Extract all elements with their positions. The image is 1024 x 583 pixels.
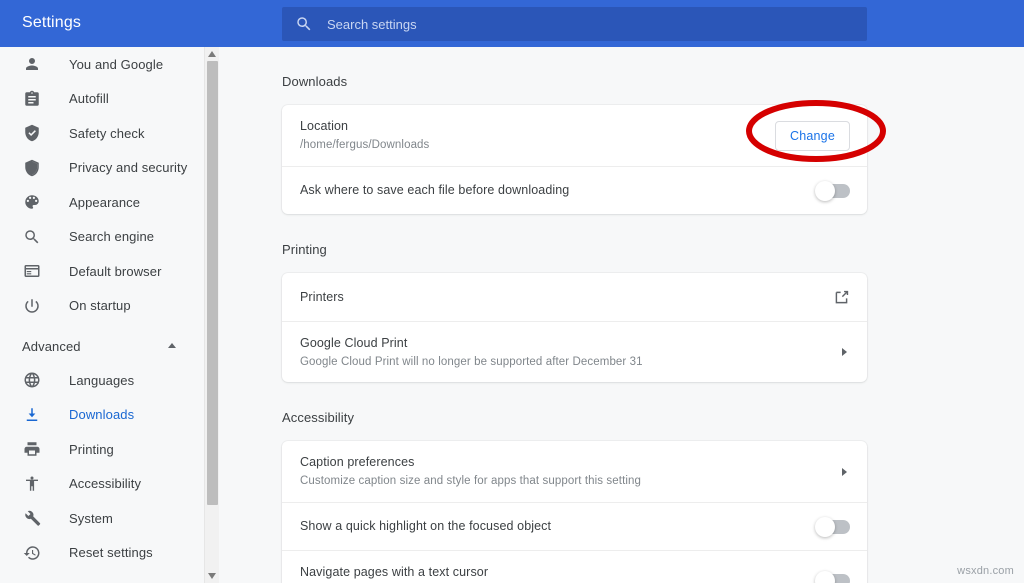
sidebar-item-label: Privacy and security [69,160,188,176]
change-button[interactable]: Change [775,120,850,151]
caret-browsing-toggle[interactable] [815,571,850,583]
row-title: Printers [300,289,344,304]
search-placeholder: Search settings [327,16,417,32]
sidebar-advanced-toggle[interactable]: Advanced [0,329,205,363]
settings-page: Settings Search settings You and Google … [0,0,1024,583]
row-title: Location [300,119,349,133]
sidebar-item-label: Printing [69,441,114,457]
row-title: Navigate pages with a text cursor [300,564,489,579]
sidebar-advanced-label: Advanced [22,338,81,354]
section-title-accessibility: Accessibility [282,410,355,425]
globe-icon [22,371,41,390]
chevron-up-icon [167,341,177,351]
sidebar-item-safety-check[interactable]: Safety check [0,116,205,151]
accessibility-card: Caption preferences Customize caption si… [282,441,867,583]
row-title: Show a quick highlight on the focused ob… [300,519,552,533]
sidebar-item-system[interactable]: System [0,501,205,536]
printer-icon [22,440,41,459]
sidebar-item-label: Appearance [69,194,141,210]
sidebar-item-label: Default browser [69,263,162,279]
sidebar-item-label: You and Google [69,56,164,72]
search-icon [22,227,41,246]
sidebar-item-on-startup[interactable]: On startup [0,289,205,324]
row-location[interactable]: Location /home/fergus/Downloads Change [282,105,867,166]
quick-highlight-toggle[interactable] [815,516,850,537]
history-icon [22,543,41,562]
app-header: Settings Search settings [0,0,1024,47]
sidebar-item-reset-settings[interactable]: Reset settings [0,536,205,571]
triangle-down-icon[interactable] [205,569,219,583]
sidebar-scrollbar-thumb[interactable] [207,61,218,505]
sidebar-item-search-engine[interactable]: Search engine [0,220,205,255]
triangle-up-icon[interactable] [205,47,219,61]
power-icon [22,296,41,315]
row-title: Ask where to save each file before downl… [300,183,570,197]
palette-icon [22,193,41,212]
sidebar-item-label: System [69,510,113,526]
row-caret-browsing[interactable]: Navigate pages with a text cursor To tur… [282,550,867,583]
sidebar-scrollbar[interactable] [204,47,219,583]
watermark: wsxdn.com [957,565,1014,577]
row-title: Caption preferences [300,455,415,469]
accessibility-icon [22,474,41,493]
section-title-printing: Printing [282,242,327,257]
person-icon [22,55,41,74]
row-quick-highlight[interactable]: Show a quick highlight on the focused ob… [282,502,867,550]
section-title-downloads: Downloads [282,74,348,89]
sidebar-item-languages[interactable]: Languages [0,363,205,398]
row-caption-preferences[interactable]: Caption preferences Customize caption si… [282,441,867,502]
sidebar-item-default-browser[interactable]: Default browser [0,254,205,289]
sidebar-item-label: Languages [69,372,135,388]
search-input[interactable]: Search settings [282,7,867,41]
sidebar-item-printing[interactable]: Printing [0,432,205,467]
sidebar-item-autofill[interactable]: Autofill [0,82,205,117]
chevron-right-icon[interactable] [838,346,850,358]
sidebar-item-label: Search engine [69,229,155,245]
sidebar-item-label: Autofill [69,91,109,107]
wrench-icon [22,509,41,528]
search-icon [295,15,313,33]
row-subtitle: /home/fergus/Downloads [300,139,430,151]
sidebar-item-label: Reset settings [69,545,153,561]
row-subtitle: Customize caption size and style for app… [300,475,642,487]
row-ask-where-to-save[interactable]: Ask where to save each file before downl… [282,166,867,214]
download-icon [22,405,41,424]
page-title: Settings [22,14,82,31]
sidebar-item-appearance[interactable]: Appearance [0,185,205,220]
ask-where-to-save-toggle[interactable] [815,180,850,201]
row-google-cloud-print[interactable]: Google Cloud Print Google Cloud Print wi… [282,321,867,382]
sidebar-item-privacy-and-security[interactable]: Privacy and security [0,151,205,186]
sidebar-item-downloads[interactable]: Downloads [0,398,205,433]
downloads-card: Location /home/fergus/Downloads Change A… [282,105,867,214]
printing-card: Printers Google Cloud Print Google Cloud… [282,273,867,382]
sidebar: You and Google Autofill Safety check Pri… [0,47,205,583]
main-content: Downloads Location /home/fergus/Download… [220,47,1024,583]
sidebar-item-you-and-google[interactable]: You and Google [0,47,205,82]
sidebar-item-label: Downloads [69,407,135,423]
clipboard-icon [22,89,41,108]
row-subtitle: Google Cloud Print will no longer be sup… [300,355,643,368]
sidebar-item-label: On startup [69,298,131,314]
shield-check-icon [22,124,41,143]
sidebar-item-accessibility[interactable]: Accessibility [0,467,205,502]
sidebar-item-label: Accessibility [69,476,142,492]
chevron-right-icon[interactable] [838,466,850,478]
external-link-icon[interactable] [833,289,850,306]
row-title: Google Cloud Print [300,335,408,350]
browser-icon [22,262,41,281]
shield-icon [22,158,41,177]
row-printers[interactable]: Printers [282,273,867,321]
sidebar-item-label: Safety check [69,125,145,141]
